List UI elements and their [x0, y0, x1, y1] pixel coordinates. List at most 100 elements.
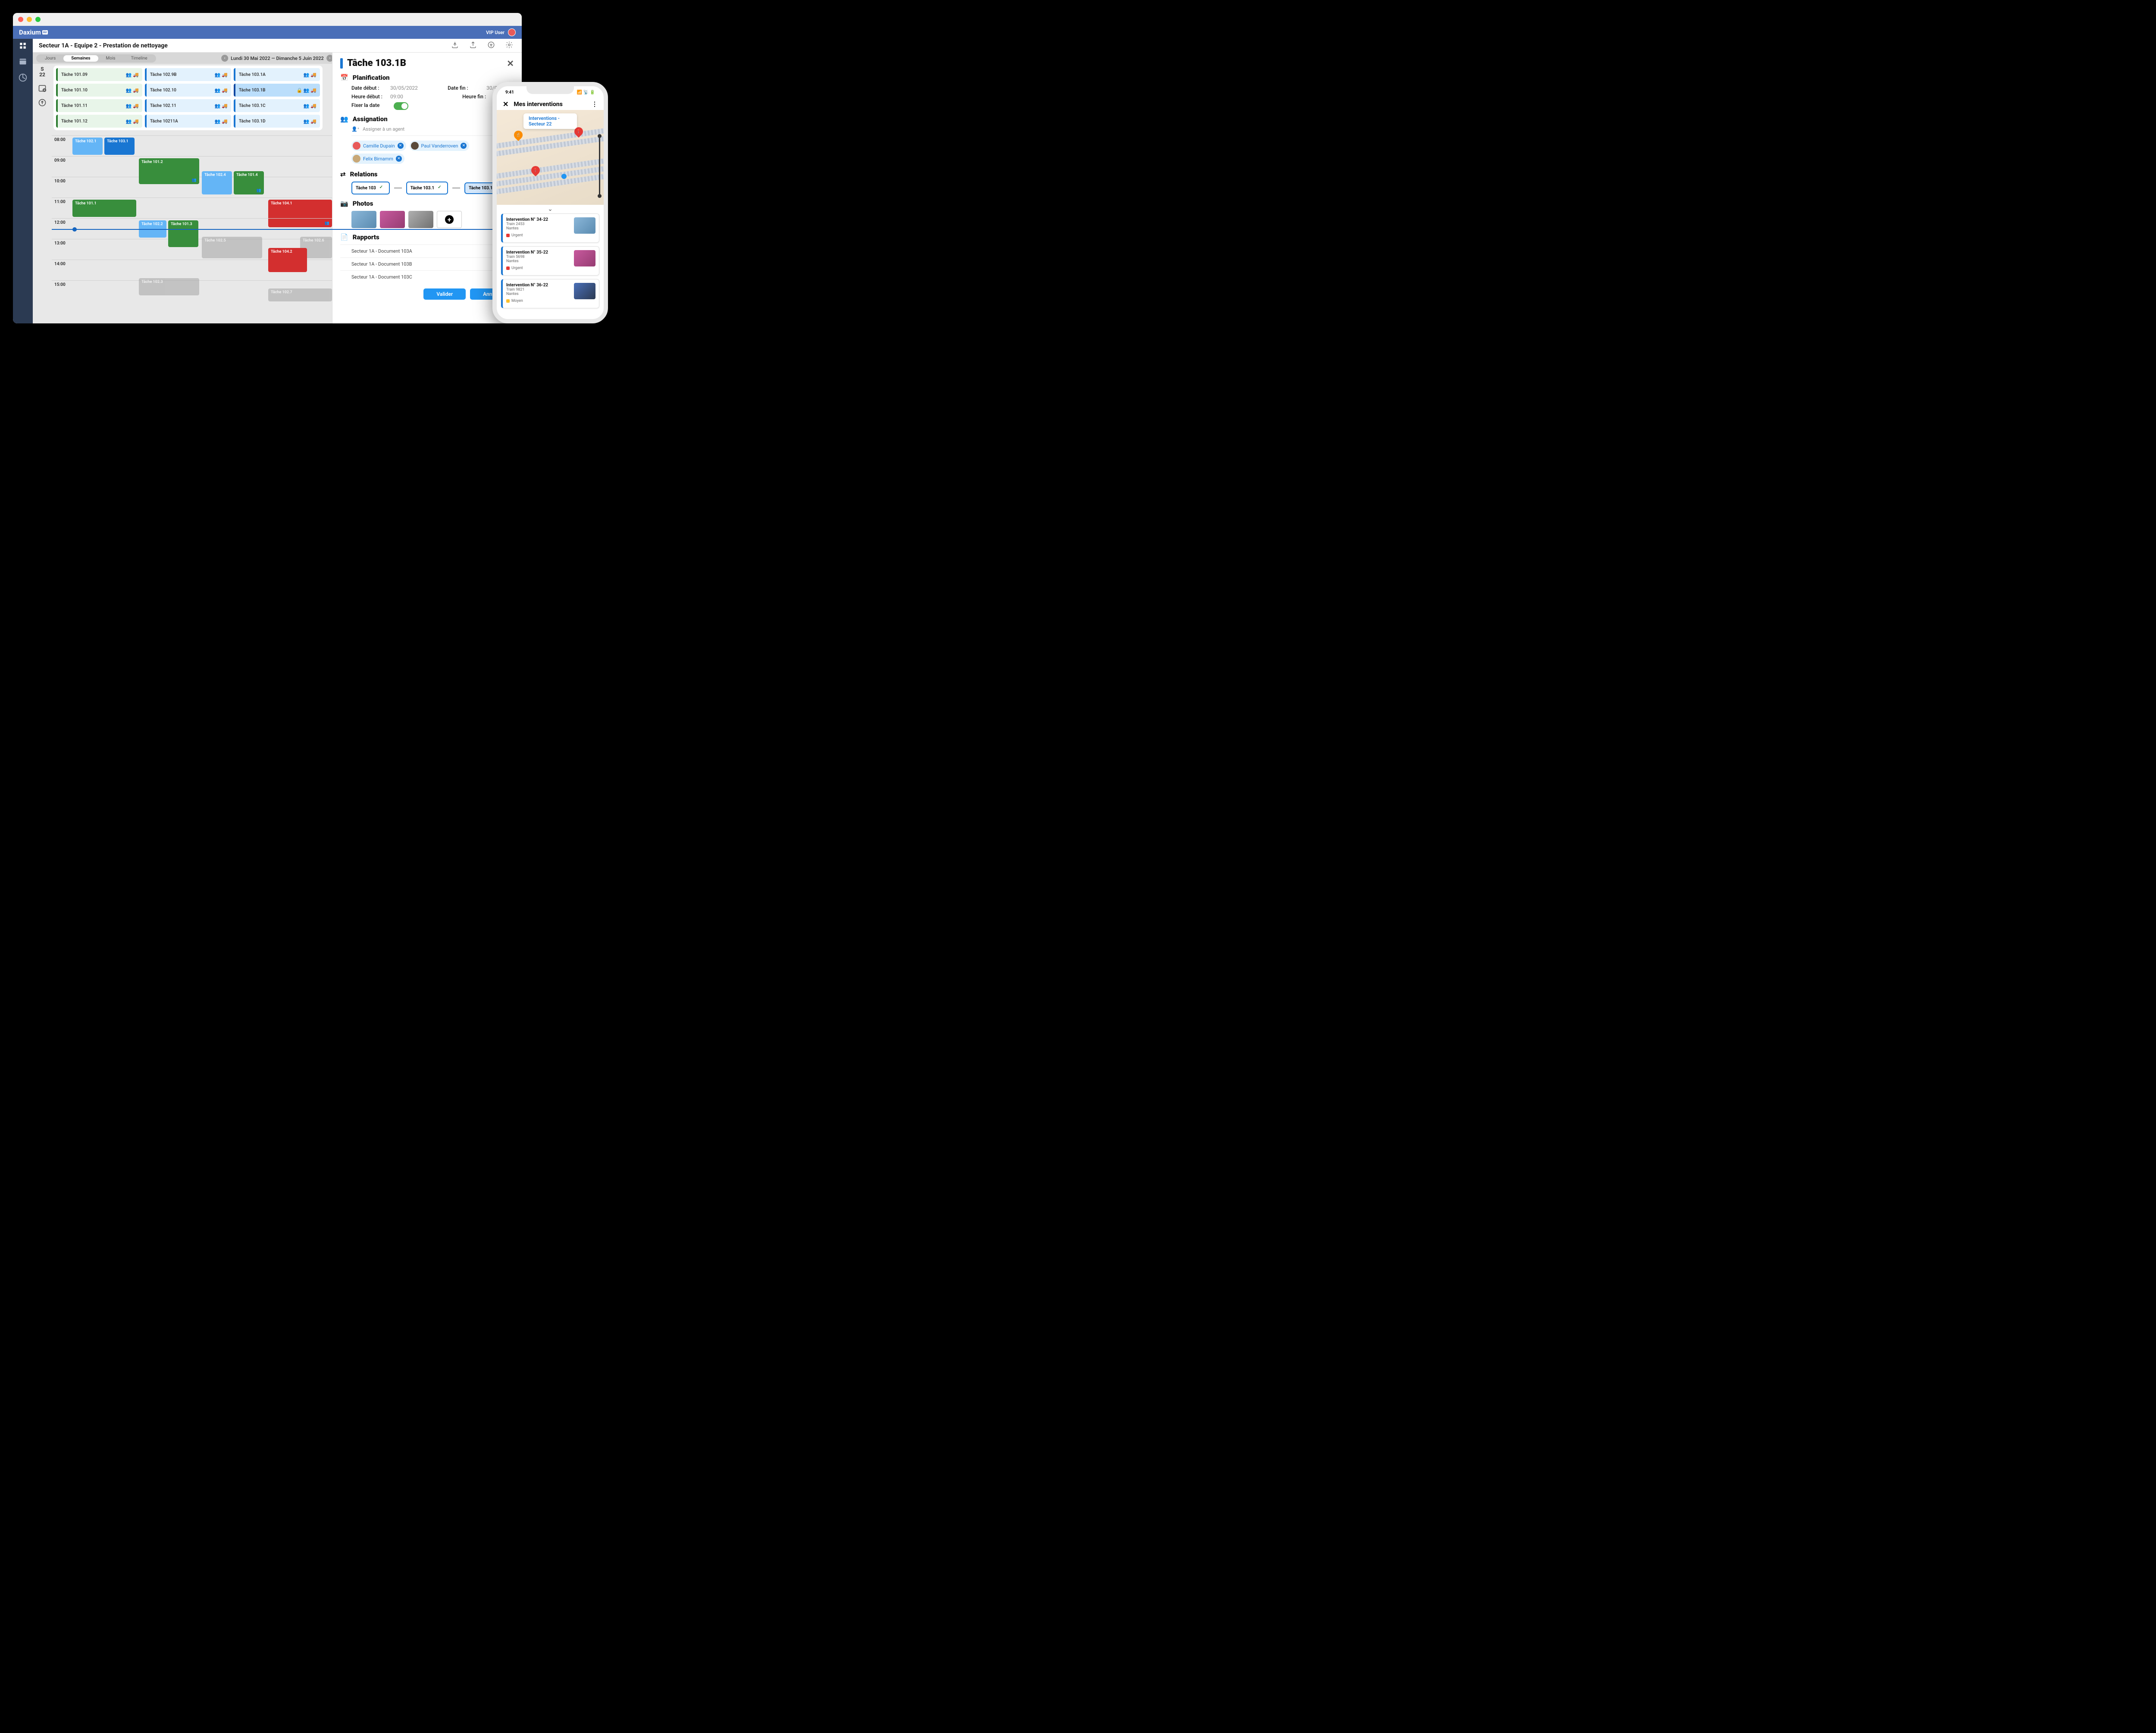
map-zoom-slider[interactable] — [599, 136, 600, 196]
intervention-card[interactable]: Intervention N° 34-22 Train 2453 Nantes … — [501, 213, 599, 243]
photo-thumbnail[interactable] — [380, 211, 405, 228]
assignee-name: Camille Dupain — [363, 143, 395, 149]
phone-map[interactable]: Interventions - Secteur 22 🍴 📍 📍 — [497, 110, 604, 205]
task-icons: 👥 🚚 — [215, 103, 228, 109]
remove-icon[interactable]: ✕ — [398, 143, 404, 149]
window-maximize-dot[interactable] — [35, 17, 41, 22]
close-button[interactable]: ✕ — [507, 58, 514, 69]
relation-node[interactable]: Tâche 103.1✓ — [406, 182, 448, 194]
field-value[interactable]: 09:00 — [390, 94, 403, 100]
event-block[interactable]: Tâche 102.7 — [268, 288, 332, 301]
intervention-card[interactable]: Intervention N° 35-22 Train 5698 Nantes … — [501, 246, 599, 276]
tab-jours[interactable]: Jours — [37, 55, 63, 62]
task-card[interactable]: Tâche 102.10👥 🚚 — [145, 84, 231, 97]
add-photo-button[interactable]: + — [437, 211, 462, 228]
task-label: Tâche 103.1A — [239, 72, 266, 77]
calendar-add-icon[interactable] — [38, 84, 47, 92]
task-label: Tâche 102.9B — [150, 72, 177, 77]
tab-semaines[interactable]: Semaines — [63, 55, 98, 62]
priority-label: Moyen — [511, 299, 523, 303]
nav-chart-icon[interactable] — [19, 73, 27, 82]
remove-icon[interactable]: ✕ — [461, 143, 467, 149]
task-card[interactable]: Tâche 103.1D👥 🚚 — [234, 115, 320, 128]
assign-agent-link[interactable]: 👤⁺Assigner à un agent — [351, 126, 514, 136]
drag-handle-icon[interactable]: ⌄ — [497, 205, 604, 213]
phone-close-button[interactable]: ✕ — [503, 100, 508, 108]
field-value[interactable]: 30/05/2022 — [390, 85, 418, 91]
flow-icon: ⇄ — [340, 170, 346, 178]
card-location: Nantes — [506, 259, 570, 263]
user-area[interactable]: VIP User — [486, 28, 516, 36]
map-pin-red[interactable]: 📍 — [530, 164, 542, 176]
nav-calendar-icon[interactable] — [19, 57, 27, 66]
card-title: Intervention N° 36-22 — [506, 283, 570, 288]
unscheduled-panel: Tâche 101.09👥 🚚 Tâche 102.9B👥 🚚 Tâche 10… — [53, 66, 323, 130]
report-link[interactable]: Secteur 1A - Document 103B — [340, 257, 514, 270]
task-icons: 👥 🚚 — [215, 88, 228, 93]
avatar — [353, 155, 360, 163]
section-relations: ⇄Relations Tâche 103✓ Tâche 103.1✓ Tâche… — [340, 170, 514, 194]
section-rapports: 📄Rapports Secteur 1A - Document 103A Sec… — [340, 233, 514, 283]
card-thumbnail — [574, 217, 595, 234]
photo-thumbnail[interactable] — [351, 211, 376, 228]
brand-text: Daxium — [19, 28, 41, 36]
event-block[interactable]: Tâche 101.4👥 — [234, 171, 264, 194]
intervention-list[interactable]: Intervention N° 34-22 Train 2453 Nantes … — [497, 213, 604, 308]
fix-date-toggle[interactable] — [394, 102, 408, 110]
toolbar-actions — [451, 41, 522, 50]
tab-mois[interactable]: Mois — [98, 55, 123, 62]
task-label: Tâche 103.1C — [239, 103, 266, 108]
task-card[interactable]: Tâche 102.11👥 🚚 — [145, 99, 231, 112]
section-title: Assignation — [353, 115, 388, 123]
assignee-chip[interactable]: Paul Vanderroven✕ — [410, 141, 470, 151]
task-card[interactable]: Tâche 103.1A👥 🚚 — [234, 68, 320, 81]
event-label: Tâche 104.2 — [271, 250, 292, 254]
event-block[interactable]: Tâche 102.1 — [72, 138, 103, 155]
task-card[interactable]: Tâche 101.12👥 🚚 — [56, 115, 142, 128]
photo-thumbnail[interactable] — [408, 211, 433, 228]
card-subtitle: Train 9821 — [506, 288, 570, 292]
export-icon[interactable] — [469, 41, 477, 50]
task-card-selected[interactable]: Tâche 103.1B🔒 👥 🚚 — [234, 84, 320, 97]
task-card[interactable]: Tâche 101.11👥 🚚 — [56, 99, 142, 112]
collapse-icon[interactable] — [38, 98, 47, 107]
map-user-location — [561, 174, 567, 179]
phone-menu-icon[interactable]: ⋮ — [592, 101, 598, 108]
task-card[interactable]: Tâche 101.09👥 🚚 — [56, 68, 142, 81]
priority-dot — [506, 299, 510, 303]
settings-icon[interactable] — [505, 41, 513, 50]
validate-button[interactable]: Valider — [423, 288, 466, 300]
remove-icon[interactable]: ✕ — [396, 156, 402, 162]
filter-icon[interactable] — [487, 41, 495, 50]
map-sector-tag[interactable]: Interventions - Secteur 22 — [523, 113, 577, 129]
window-minimize-dot[interactable] — [27, 17, 32, 22]
task-card[interactable]: Tâche 103.1C👥 🚚 — [234, 99, 320, 112]
assignee-chip[interactable]: Felix Birnamm✕ — [351, 154, 404, 164]
event-label: Tâche 104.1 — [271, 201, 292, 206]
event-block[interactable]: Tâche 101.1 — [72, 200, 136, 217]
hour-label: 11:00 — [52, 198, 72, 218]
task-card[interactable]: Tâche 101.10👥 🚚 — [56, 84, 142, 97]
user-avatar[interactable] — [508, 28, 516, 36]
side-nav — [13, 53, 33, 323]
tab-timeline[interactable]: Timeline — [123, 55, 155, 62]
report-link[interactable]: Secteur 1A - Document 103A — [340, 244, 514, 257]
assign-placeholder: Assigner à un agent — [363, 126, 404, 132]
upload-icon[interactable] — [451, 41, 459, 50]
grid-icon[interactable] — [13, 39, 33, 53]
relation-node[interactable]: Tâche 103✓ — [351, 182, 390, 194]
prev-week-button[interactable]: ‹ — [221, 55, 228, 62]
event-block[interactable]: Tâche 102.3 — [139, 278, 199, 295]
event-block[interactable]: Tâche 103.1 — [104, 138, 135, 155]
event-block[interactable]: Tâche 102.5 — [202, 237, 262, 258]
users-icon: 👥 — [340, 115, 348, 123]
task-label: Tâche 10211A — [150, 119, 178, 124]
task-card[interactable]: Tâche 10211A👥 🚚 — [145, 115, 231, 128]
assignee-chip[interactable]: Camille Dupain✕ — [351, 141, 406, 151]
event-block[interactable]: Tâche 102.4 — [202, 171, 232, 194]
card-subtitle: Train 5698 — [506, 255, 570, 259]
report-link[interactable]: Secteur 1A - Document 103C — [340, 270, 514, 283]
window-close-dot[interactable] — [18, 17, 23, 22]
task-card[interactable]: Tâche 102.9B👥 🚚 — [145, 68, 231, 81]
intervention-card[interactable]: Intervention N° 36-22 Train 9821 Nantes … — [501, 279, 599, 308]
